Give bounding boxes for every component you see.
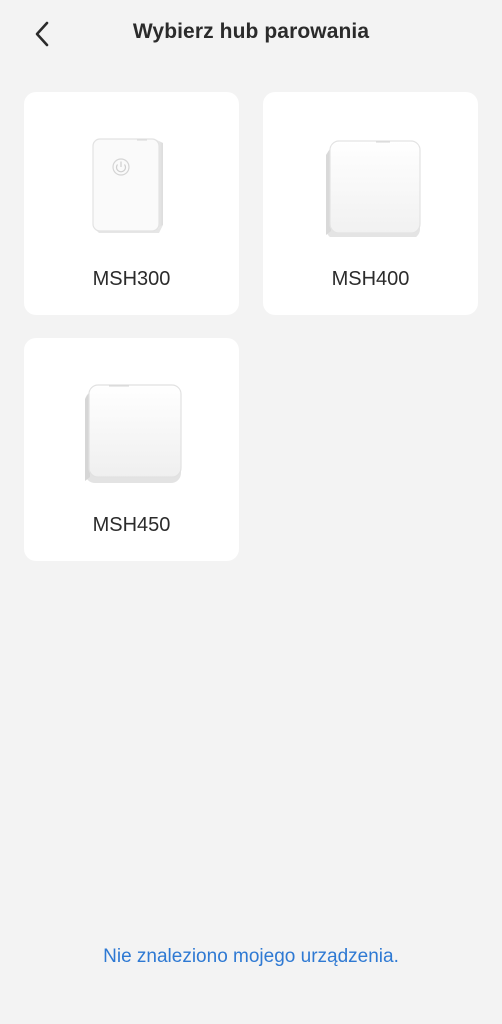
msh450-device-image (24, 368, 239, 488)
hub-card-msh400[interactable]: MSH400 (263, 92, 478, 315)
device-not-found-link[interactable]: Nie znaleziono mojego urządzenia. (0, 946, 502, 968)
page-title: Wybierz hub parowania (132, 20, 370, 43)
app-header: Wybierz hub parowania (0, 0, 502, 70)
msh400-device-image (263, 122, 478, 242)
msh300-device-image (24, 122, 239, 242)
hub-label: MSH450 (92, 514, 171, 536)
hub-card-msh450[interactable]: MSH450 (24, 338, 239, 561)
hub-label: MSH400 (331, 268, 410, 290)
hub-label: MSH300 (92, 268, 171, 290)
hub-card-msh300[interactable]: MSH300 (24, 92, 239, 315)
